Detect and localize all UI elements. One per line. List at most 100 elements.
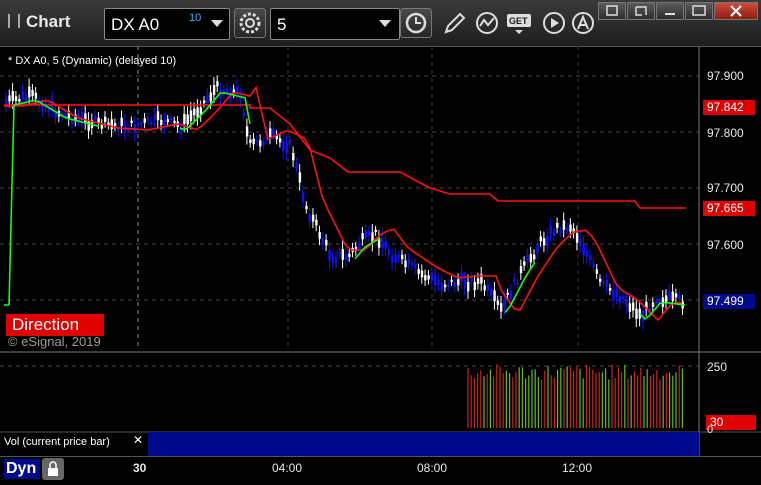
candle-body: [516, 282, 519, 285]
candle-body: [216, 81, 219, 87]
candle-body: [348, 253, 351, 258]
candle-body: [173, 120, 176, 124]
candle-body: [457, 279, 460, 286]
chart-title: * DX A0, 5 (Dynamic) (delayed 10): [8, 55, 177, 67]
minimize-icon: [665, 13, 675, 15]
symbol-input[interactable]: DX A0 10: [104, 8, 230, 40]
candle-body: [110, 119, 113, 130]
candle-body: [618, 295, 622, 303]
volume-title-bar: [148, 432, 699, 456]
maximize-button[interactable]: [685, 2, 713, 20]
x-tick-label: 08:00: [417, 461, 448, 475]
candle-body: [410, 262, 414, 267]
candle-body: [259, 140, 262, 147]
candles: [5, 75, 684, 330]
drag-grip-icon[interactable]: [8, 14, 20, 28]
candle-body: [11, 91, 14, 101]
clock-icon: [405, 12, 427, 34]
candle-body: [470, 276, 473, 282]
close-button[interactable]: [714, 2, 758, 20]
candle-body: [183, 113, 186, 125]
minimize-button[interactable]: [656, 2, 684, 20]
interval-input[interactable]: 5: [270, 8, 400, 40]
price-chart[interactable]: [0, 46, 761, 456]
candle-body: [397, 255, 401, 259]
copyright: © eSignal, 2019: [8, 334, 101, 349]
chevron-down-icon[interactable]: [211, 20, 223, 27]
candle-body: [526, 255, 529, 262]
candle-body: [146, 117, 150, 121]
candle-body: [509, 290, 513, 299]
candle-body: [311, 214, 315, 222]
candle-body: [361, 233, 364, 240]
candle-body: [295, 162, 298, 168]
candle-body: [559, 230, 562, 233]
candle-body: [635, 308, 638, 319]
candle-body: [358, 242, 361, 250]
play-icon[interactable]: [541, 10, 567, 36]
lock-icon[interactable]: [42, 458, 64, 480]
candle-body: [387, 249, 391, 256]
candle-body: [523, 261, 526, 266]
candle-body: [305, 205, 308, 210]
candle-body: [608, 288, 612, 291]
get-label: GET: [509, 16, 528, 26]
candle-body: [338, 252, 341, 255]
candle-body: [585, 250, 589, 257]
candle-body: [556, 222, 559, 228]
candle-body: [391, 255, 394, 263]
candle-body: [34, 92, 38, 99]
study-icon[interactable]: [474, 10, 500, 36]
candle-body: [272, 129, 275, 136]
vol-tick-label: 250: [707, 360, 728, 374]
link-button[interactable]: [627, 2, 655, 20]
pencil-icon[interactable]: [441, 10, 467, 36]
candle-body: [150, 121, 153, 125]
candle-body: [536, 245, 539, 254]
candle-body: [302, 192, 305, 202]
candle-body: [420, 270, 424, 278]
candle-body: [394, 254, 397, 263]
candle-body: [252, 138, 255, 145]
candle-body: [24, 94, 28, 101]
maximize-icon: [692, 5, 706, 16]
candle-body: [569, 224, 572, 232]
candle-body: [486, 284, 490, 291]
candle-body: [592, 263, 595, 268]
chevron-down-icon[interactable]: [379, 20, 391, 27]
candle-body: [113, 123, 117, 127]
volume-study-label[interactable]: Vol (current price bar): [4, 436, 110, 448]
candle-body: [212, 84, 216, 95]
candle-body: [453, 282, 457, 288]
candle-body: [595, 269, 599, 274]
candle-body: [447, 284, 450, 288]
x-tick-label: 30: [133, 461, 147, 475]
direction-label: Direction: [6, 314, 104, 336]
green-ma-segment: [4, 99, 100, 306]
close-study-icon[interactable]: ✕: [133, 433, 143, 447]
candle-body: [401, 254, 404, 260]
candle-body: [674, 293, 678, 298]
candle-body: [189, 110, 193, 122]
candle-body: [463, 279, 467, 289]
candle-body: [440, 282, 443, 291]
settings-gear-button[interactable]: [234, 8, 266, 38]
settings-gear-icon: [239, 12, 261, 34]
candle-body: [539, 236, 542, 242]
candle-body: [417, 269, 420, 274]
candle-body: [427, 275, 430, 280]
candle-body: [315, 219, 318, 226]
alert-icon[interactable]: [570, 10, 596, 36]
clock-button[interactable]: [400, 8, 432, 38]
get-icon[interactable]: GET: [506, 10, 536, 36]
dynamic-mode-button[interactable]: Dyn: [4, 459, 40, 479]
candle-body: [308, 214, 311, 222]
candle-body: [209, 92, 212, 102]
candle-body: [341, 249, 344, 260]
link-icon: [635, 6, 647, 16]
restore-button[interactable]: [598, 2, 626, 20]
candle-body: [493, 290, 496, 302]
price-tag-lower: 97.665: [703, 201, 755, 216]
candle-body: [203, 100, 206, 104]
candle-body: [130, 120, 133, 123]
